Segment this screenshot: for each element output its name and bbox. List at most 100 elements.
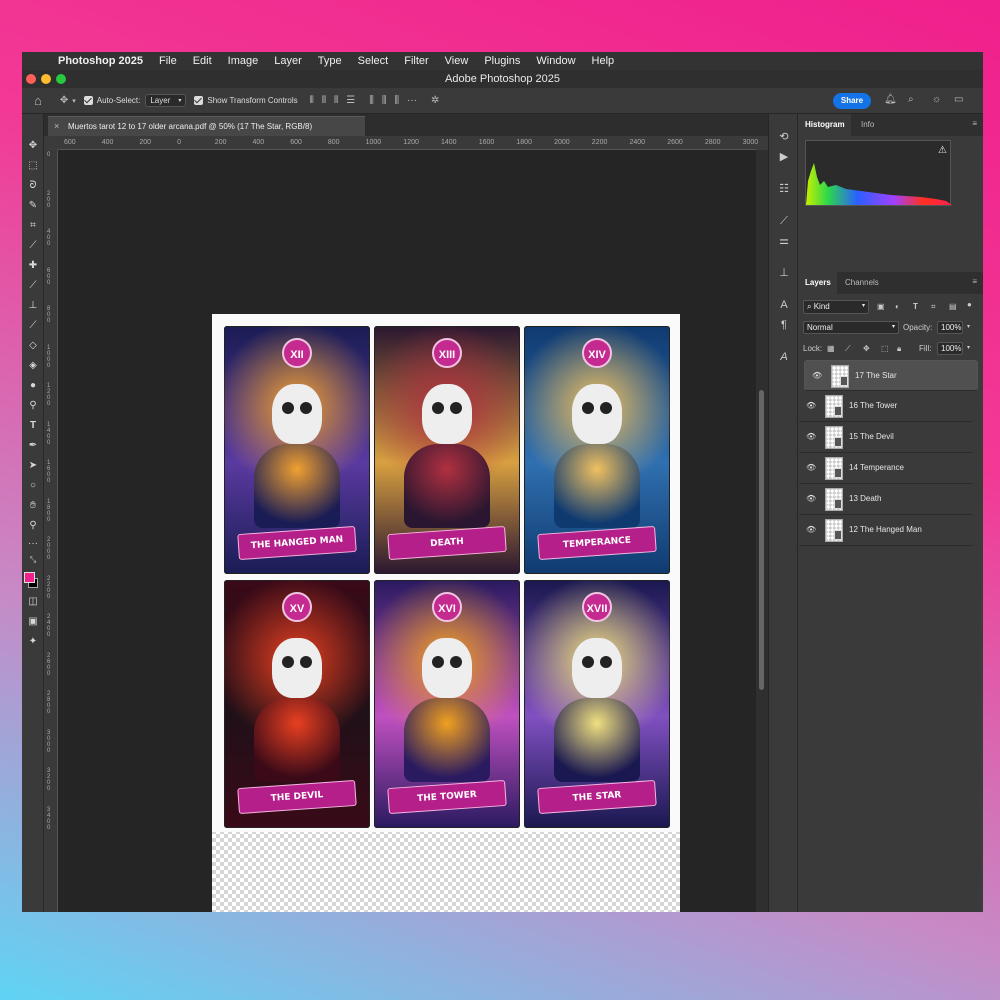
paint-bucket-tool-icon[interactable]: ◈ — [25, 358, 41, 374]
tab-channels[interactable]: Channels — [839, 272, 885, 294]
pen-tool-icon[interactable]: ✒ — [25, 438, 41, 454]
stamp-tool-icon[interactable]: ⊥ — [25, 298, 41, 314]
brush-tool-icon[interactable]: ⟋ — [25, 278, 41, 294]
layer-row[interactable]: 👁︎ 14 Temperance — [799, 453, 973, 484]
filter-pixel-icon[interactable]: ▣ — [877, 302, 885, 311]
eye-icon[interactable]: 👁︎ — [806, 432, 816, 441]
paragraph-icon[interactable]: ¶ — [777, 318, 791, 332]
quick-select-tool-icon[interactable]: ✎ — [25, 198, 41, 214]
lasso-tool-icon[interactable]: ᘐ — [25, 178, 41, 194]
eye-icon[interactable]: 👁︎ — [806, 494, 816, 503]
zoom-window-button[interactable] — [56, 74, 66, 84]
distribute-icon[interactable]: ☰ — [346, 95, 355, 106]
chevron-down-icon[interactable]: ▾ — [967, 323, 970, 330]
canvas-area[interactable]: XII THE HANGED MAN XIII DEATH XIV TEMPERANCE X… — [58, 150, 756, 912]
workspace-icon[interactable]: ▭ — [954, 94, 963, 105]
menu-plugins[interactable]: Plugins — [484, 55, 520, 67]
auto-select-checkbox[interactable] — [83, 96, 93, 105]
brushes-icon[interactable]: ⟋ — [777, 214, 791, 228]
fill-input[interactable]: 100% — [937, 342, 963, 355]
move-tool-icon[interactable]: ✥ — [25, 138, 41, 154]
align-middle-icon[interactable]: ⫼ — [382, 95, 387, 106]
adjustments-icon[interactable]: ☷ — [777, 182, 791, 196]
minimize-window-button[interactable] — [41, 74, 51, 84]
layer-kind-filter[interactable]: ⌕ Kind ▾ — [803, 300, 869, 314]
lock-image-icon[interactable]: ⟋ — [845, 344, 851, 354]
more-options-icon[interactable]: ··· — [407, 95, 417, 106]
actions-play-icon[interactable]: ▶ — [777, 150, 791, 164]
menu-app-name[interactable]: Photoshop 2025 — [58, 55, 143, 67]
align-right-icon[interactable]: ⫴ — [334, 95, 338, 106]
eyedropper-tool-icon[interactable]: ⟋ — [25, 238, 41, 254]
blend-mode-dropdown[interactable]: Normal ▾ — [803, 321, 899, 334]
transform-controls-checkbox[interactable] — [194, 96, 204, 105]
document-canvas[interactable]: XII THE HANGED MAN XIII DEATH XIV TEMPERANCE X… — [212, 314, 680, 912]
close-icon[interactable]: × — [54, 117, 59, 136]
foreground-color-swatch[interactable] — [24, 572, 35, 583]
history-icon[interactable]: ⟲ — [777, 130, 791, 144]
menu-image[interactable]: Image — [228, 55, 259, 67]
eye-icon[interactable]: 👁︎ — [812, 371, 822, 380]
tab-histogram[interactable]: Histogram — [799, 114, 851, 136]
close-window-button[interactable] — [26, 74, 36, 84]
hand-tool-icon[interactable]: ✋︎ — [25, 498, 41, 514]
panel-menu-icon[interactable]: ≡ — [972, 119, 977, 128]
layer-row[interactable]: 👁︎ 16 The Tower — [799, 391, 973, 422]
menu-layer[interactable]: Layer — [274, 55, 302, 67]
dodge-tool-icon[interactable]: ⚲ — [25, 398, 41, 414]
path-select-tool-icon[interactable]: ➤ — [25, 458, 41, 474]
brush-settings-icon[interactable]: ⚌ — [777, 234, 791, 248]
discover-icon[interactable]: ☼ — [932, 94, 941, 105]
menu-help[interactable]: Help — [592, 55, 615, 67]
gear-icon[interactable]: ✲ — [431, 95, 439, 106]
menu-type[interactable]: Type — [318, 55, 342, 67]
type-tool-icon[interactable]: T — [25, 418, 41, 434]
crop-tool-icon[interactable]: ⌗ — [25, 218, 41, 234]
lock-artboard-icon[interactable]: ⬚ — [881, 344, 889, 353]
healing-brush-tool-icon[interactable]: ✚ — [25, 258, 41, 274]
menu-view[interactable]: View — [445, 55, 469, 67]
menu-select[interactable]: Select — [358, 55, 389, 67]
filter-smart-object-icon[interactable]: ▤ — [949, 302, 957, 311]
zoom-tool-icon[interactable]: ⚲ — [25, 518, 41, 534]
tab-layers[interactable]: Layers — [799, 272, 837, 294]
lock-transparent-icon[interactable]: ▦ — [827, 344, 835, 353]
marquee-tool-icon[interactable]: ⬚ — [25, 158, 41, 174]
document-tab[interactable]: × Muertos tarot 12 to 17 older arcana.pd… — [48, 116, 365, 136]
filter-adjustment-icon[interactable]: ◐ — [895, 302, 900, 311]
eye-icon[interactable]: 👁︎ — [806, 463, 816, 472]
menu-edit[interactable]: Edit — [193, 55, 212, 67]
lock-position-icon[interactable]: ✥ — [863, 344, 870, 353]
layer-row[interactable]: 👁︎ 12 The Hanged Man — [799, 515, 973, 546]
scrollbar-thumb[interactable] — [759, 390, 764, 690]
bell-icon[interactable]: 🔔︎ — [884, 94, 897, 105]
more-tools-icon[interactable]: ··· — [25, 536, 41, 552]
eraser-tool-icon[interactable]: ◇ — [25, 338, 41, 354]
panel-menu-icon[interactable]: ≡ — [972, 277, 977, 286]
auto-select-dropdown[interactable]: Layer ▾ — [145, 94, 187, 107]
tab-info[interactable]: Info — [855, 114, 880, 136]
glyphs-icon[interactable]: A — [777, 350, 791, 364]
move-tool-icon[interactable]: ✥ — [60, 95, 68, 106]
layer-row[interactable]: 👁︎ 15 The Devil — [799, 422, 973, 453]
align-bottom-icon[interactable]: ⫼ — [394, 95, 399, 106]
generative-icon[interactable]: ✦ — [25, 634, 41, 650]
menu-filter[interactable]: Filter — [404, 55, 428, 67]
align-top-icon[interactable]: ⫼ — [369, 95, 374, 106]
search-icon[interactable]: ⌕ — [908, 94, 914, 105]
clone-source-icon[interactable]: ⊥ — [777, 266, 791, 280]
shape-tool-icon[interactable]: ○ — [25, 478, 41, 494]
chevron-down-icon[interactable]: ▾ — [72, 97, 76, 105]
eye-icon[interactable]: 👁︎ — [806, 401, 816, 410]
align-left-icon[interactable]: ⫴ — [310, 95, 314, 106]
filter-type-icon[interactable]: T — [913, 302, 918, 311]
auto-select-group[interactable]: Auto-Select: Layer ▾ — [83, 94, 187, 107]
screen-mode-icon[interactable]: ▣ — [25, 614, 41, 630]
transform-controls-group[interactable]: Show Transform Controls — [194, 96, 298, 105]
share-button[interactable]: Share — [833, 93, 871, 109]
eye-icon[interactable]: 👁︎ — [806, 525, 816, 534]
align-center-icon[interactable]: ⫴ — [322, 95, 326, 106]
filter-toggle-icon[interactable]: ● — [967, 300, 972, 309]
chevron-down-icon[interactable]: ▾ — [967, 344, 970, 351]
menu-window[interactable]: Window — [536, 55, 575, 67]
